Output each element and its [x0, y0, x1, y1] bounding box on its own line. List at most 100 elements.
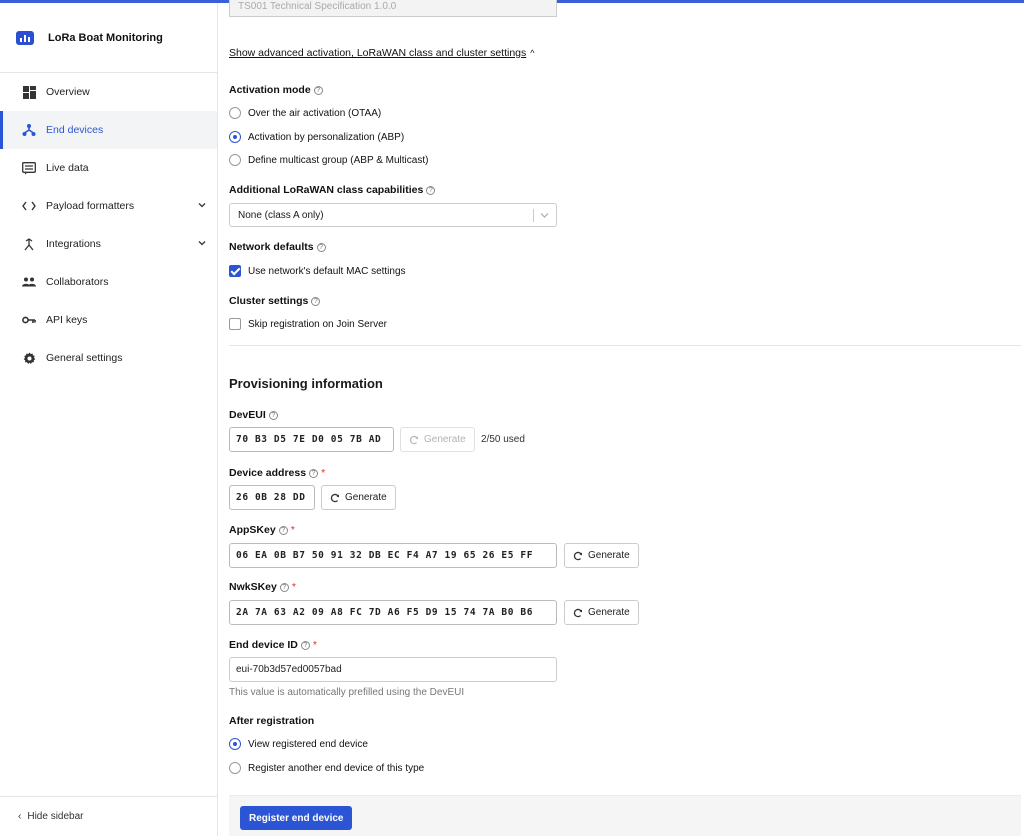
nwkskey-input[interactable]: 2A 7A 63 A2 09 A8 FC 7D A6 F5 D9 15 74 7… [229, 600, 557, 625]
people-icon [22, 275, 36, 289]
sidebar-item-api-keys[interactable]: API keys [0, 301, 217, 339]
activation-mode-text: Activation mode [229, 84, 311, 96]
deveui-usage-count: 2/50 used [481, 434, 525, 445]
radio-multicast[interactable]: Define multicast group (ABP & Multicast) [229, 154, 428, 166]
radio-button[interactable] [229, 738, 241, 750]
skip-join-server-checkbox[interactable]: Skip registration on Join Server [229, 318, 387, 330]
sidebar-item-label: API keys [46, 314, 88, 326]
refresh-icon [330, 493, 340, 502]
radio-label: Define multicast group (ABP & Multicast) [248, 154, 429, 166]
lorawan-version-select[interactable]: TS001 Technical Specification 1.0.0 [229, 0, 557, 17]
generate-label: Generate [588, 607, 630, 618]
radio-button[interactable] [229, 131, 241, 143]
network-defaults-label: Network defaults? [229, 241, 326, 253]
default-mac-settings-checkbox[interactable]: Use network's default MAC settings [229, 265, 406, 277]
brand-header[interactable]: LoRa Boat Monitoring [0, 3, 217, 73]
deveui-label: DevEUI? [229, 409, 278, 421]
help-icon[interactable]: ? [268, 410, 278, 420]
sidebar-item-collaborators[interactable]: Collaborators [0, 263, 217, 301]
checkbox[interactable] [229, 265, 241, 277]
required-marker: * [290, 524, 295, 536]
provisioning-title: Provisioning information [229, 376, 383, 391]
key-icon [22, 313, 36, 327]
appskey-text: AppSKey [229, 524, 276, 536]
help-icon[interactable]: ? [279, 582, 289, 592]
hide-sidebar-button[interactable]: ‹ Hide sidebar [0, 796, 217, 836]
radio-otaa[interactable]: Over the air activation (OTAA) [229, 107, 381, 119]
radio-view-registered[interactable]: View registered end device [229, 738, 368, 750]
help-icon[interactable]: ? [311, 296, 321, 306]
sidebar: LoRa Boat Monitoring Overview End device… [0, 3, 218, 836]
chevron-down-icon[interactable] [197, 238, 207, 248]
checkbox-label: Skip registration on Join Server [248, 318, 387, 330]
appskey-input[interactable]: 06 EA 0B B7 50 91 32 DB EC F4 A7 19 65 2… [229, 543, 557, 568]
help-icon[interactable]: ? [313, 85, 323, 95]
radio-label: View registered end device [248, 738, 368, 750]
device-id-text: End device ID [229, 639, 298, 651]
sidebar-nav: Overview End devices Live data Payload f… [0, 73, 217, 377]
app-title: LoRa Boat Monitoring [48, 31, 163, 44]
hide-sidebar-label: Hide sidebar [27, 811, 84, 822]
device-address-label: Device address? * [229, 467, 325, 479]
code-icon [22, 199, 36, 213]
list-icon [22, 161, 36, 175]
help-icon[interactable]: ? [278, 525, 288, 535]
sidebar-item-label: Collaborators [46, 276, 109, 288]
checkbox[interactable] [229, 318, 241, 330]
nwkskey-generate-button[interactable]: Generate [564, 600, 639, 625]
device-id-input[interactable]: eui-70b3d57ed0057bad [229, 657, 557, 682]
device-id-label: End device ID? * [229, 639, 317, 651]
help-icon[interactable]: ? [426, 185, 436, 195]
sidebar-item-label: Payload formatters [46, 200, 135, 212]
sidebar-item-overview[interactable]: Overview [0, 73, 217, 111]
cluster-settings-label: Cluster settings? [229, 295, 321, 307]
help-icon[interactable]: ? [309, 468, 319, 478]
device-address-input[interactable]: 26 0B 28 DD [229, 485, 315, 510]
help-icon[interactable]: ? [300, 640, 310, 650]
class-capabilities-label: Additional LoRaWAN class capabilities? [229, 184, 436, 196]
nwkskey-text: NwkSKey [229, 581, 277, 593]
refresh-icon [573, 551, 583, 560]
device-id-hint: This value is automatically prefilled us… [229, 687, 465, 698]
class-capabilities-select[interactable]: None (class A only) [229, 203, 557, 227]
device-address-text: Device address [229, 467, 307, 479]
overview-grid-icon [22, 85, 36, 99]
generate-label: Generate [424, 434, 466, 445]
radio-button[interactable] [229, 107, 241, 119]
chevron-down-icon[interactable] [197, 200, 207, 210]
required-marker: * [321, 467, 326, 479]
deveui-generate-button[interactable]: Generate [400, 427, 475, 452]
radio-register-another[interactable]: Register another end device of this type [229, 762, 424, 774]
device-address-generate-button[interactable]: Generate [321, 485, 396, 510]
radio-button[interactable] [229, 154, 241, 166]
sidebar-item-general-settings[interactable]: General settings [0, 339, 217, 377]
gear-icon [22, 351, 36, 365]
sidebar-item-end-devices[interactable]: End devices [0, 111, 217, 149]
radio-button[interactable] [229, 762, 241, 774]
deveui-input[interactable]: 70 B3 D5 7E D0 05 7B AD [229, 427, 394, 452]
caret-up-icon: ^ [530, 48, 535, 58]
sidebar-item-label: Overview [46, 86, 90, 98]
radio-abp[interactable]: Activation by personalization (ABP) [229, 131, 404, 143]
generate-label: Generate [588, 550, 630, 561]
sidebar-item-label: Live data [46, 162, 89, 174]
deveui-text: DevEUI [229, 409, 266, 421]
network-defaults-text: Network defaults [229, 241, 314, 253]
main-content: TS001 Technical Specification 1.0.0 Show… [218, 0, 1024, 836]
sidebar-item-label: End devices [46, 124, 104, 136]
activation-mode-label: Activation mode? [229, 84, 323, 96]
devices-icon [22, 123, 36, 137]
appskey-generate-button[interactable]: Generate [564, 543, 639, 568]
help-icon[interactable]: ? [316, 242, 326, 252]
radio-label: Over the air activation (OTAA) [248, 107, 382, 119]
sidebar-item-integrations[interactable]: Integrations [0, 225, 217, 263]
sidebar-item-live-data[interactable]: Live data [0, 149, 217, 187]
refresh-icon [409, 435, 419, 444]
register-end-device-button[interactable]: Register end device [240, 806, 353, 830]
sidebar-item-payload-formatters[interactable]: Payload formatters [0, 187, 217, 225]
required-marker: * [291, 581, 296, 593]
app-logo-icon [16, 30, 34, 45]
nwkskey-label: NwkSKey? * [229, 581, 296, 593]
section-divider [229, 345, 1021, 346]
advanced-settings-toggle[interactable]: Show advanced activation, LoRaWAN class … [229, 47, 535, 59]
